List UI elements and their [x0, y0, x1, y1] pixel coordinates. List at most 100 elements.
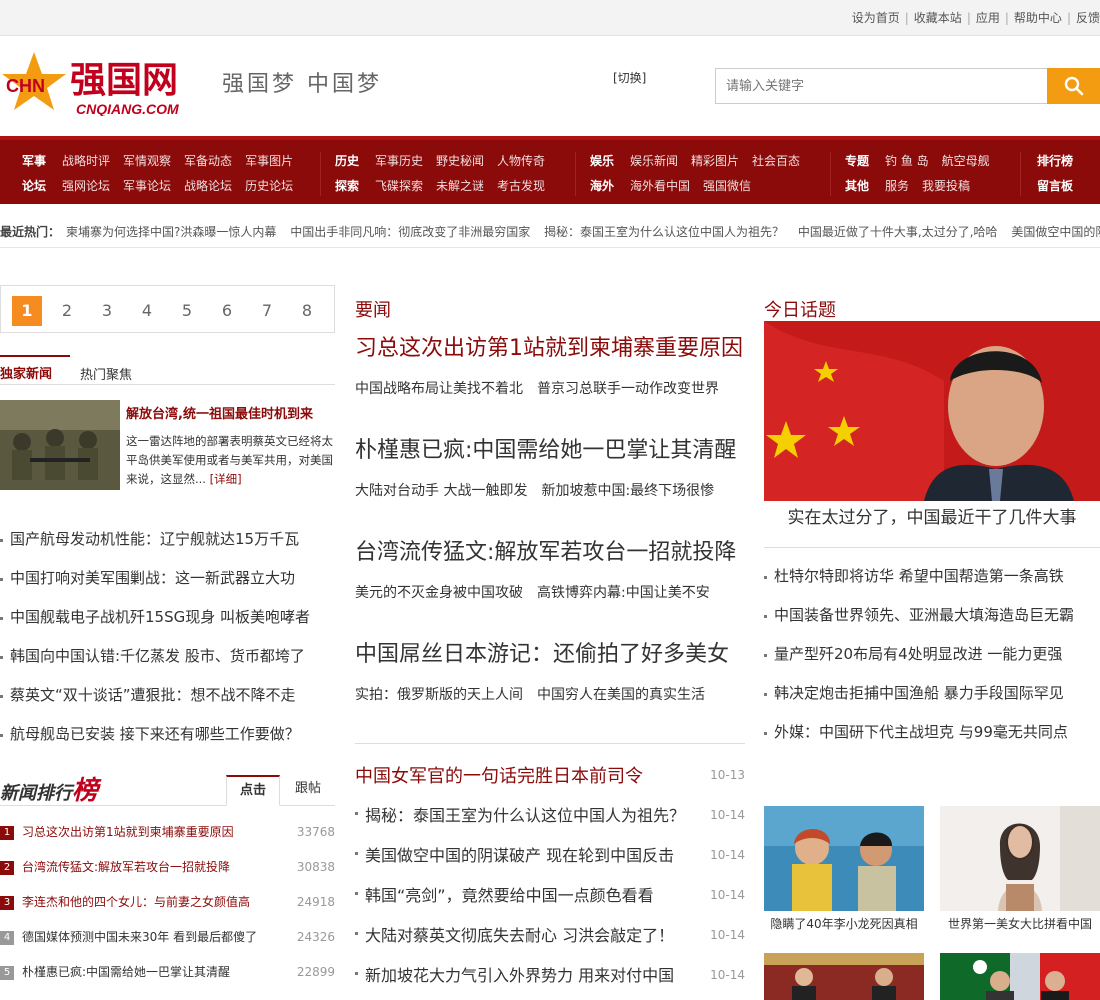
list-item[interactable]: 揭秘：泰国王室为什么认这位中国人为祖先？ 10-14: [355, 800, 745, 840]
nav-cat-other[interactable]: 其他: [845, 179, 869, 193]
list-item[interactable]: 航母舰岛已安装 接下来还有哪些工作要做？: [0, 715, 335, 754]
nav-item[interactable]: 军事论坛: [123, 179, 171, 193]
list-item-title[interactable]: 韩国“亮剑”，竟然要给中国一点颜色看看: [365, 882, 654, 906]
page-button-6[interactable]: 6: [212, 296, 242, 326]
list-item-title[interactable]: 大陆对蔡英文彻底失去耐心 习洪会敲定了！: [365, 922, 674, 946]
search-input[interactable]: [715, 68, 1047, 104]
nav-item[interactable]: 未解之谜: [436, 179, 484, 193]
list-item[interactable]: 中国打响对美军围剿战：这一新武器立大功: [0, 559, 335, 598]
table-row[interactable]: 5 朴槿惠已疯:中国需给她一巴掌让其清醒 22899: [0, 958, 335, 993]
page-button-2[interactable]: 2: [52, 296, 82, 326]
list-item[interactable]: 美国做空中国的阴谋破产 现在轮到中国反击 10-14: [355, 840, 745, 880]
nav-cat-military[interactable]: 军事: [22, 154, 46, 168]
nav-item[interactable]: 强国微信: [703, 179, 751, 193]
list-item[interactable]: 韩国“亮剑”，竟然要给中国一点颜色看看 10-14: [355, 880, 745, 920]
nav-item[interactable]: 历史论坛: [245, 179, 293, 193]
nav-item[interactable]: 军事图片: [245, 154, 293, 168]
list-item-title[interactable]: 揭秘：泰国王室为什么认这位中国人为祖先？: [365, 802, 685, 826]
nav-item[interactable]: 强网论坛: [62, 179, 110, 193]
nav-item[interactable]: 军事历史: [375, 154, 423, 168]
list-item[interactable]: 外媒：中国研下代主战坦克 与99毫无共同点: [764, 713, 1100, 752]
sub-link[interactable]: 中国穷人在美国的真实生活: [537, 687, 705, 703]
nav-item[interactable]: 战略时评: [62, 154, 110, 168]
rank-title[interactable]: 台湾流传猛文:解放军若攻台一招就投降: [22, 858, 230, 875]
headline[interactable]: 中国屌丝日本游记：还偷拍了好多美女: [355, 636, 745, 668]
help-center-link[interactable]: 帮助中心: [1014, 11, 1062, 25]
nav-cat-entertainment[interactable]: 娱乐: [590, 154, 614, 168]
list-item[interactable]: 韩国向中国认错:千亿蒸发 股市、货币都垮了: [0, 637, 335, 676]
page-button-8[interactable]: 8: [292, 296, 322, 326]
hot-item[interactable]: 柬埔寨为何选择中国?洪森曝一惊人内幕: [66, 225, 276, 239]
table-row[interactable]: 1 习总这次出访第1站就到柬埔寨重要原因 33768: [0, 818, 335, 853]
page-button-4[interactable]: 4: [132, 296, 162, 326]
nav-rankings-link[interactable]: 排行榜: [1037, 154, 1073, 168]
list-item[interactable]: 大陆对蔡英文彻底失去耐心 习洪会敲定了！ 10-14: [355, 920, 745, 960]
photo-thumb[interactable]: [764, 953, 924, 1000]
list-item[interactable]: 中国舰载电子战机歼15SG现身 叫板美咆哮者: [0, 598, 335, 637]
list-item-title[interactable]: 新加坡花大力气引入外界势力 用来对付中国: [365, 962, 674, 986]
page-button-3[interactable]: 3: [92, 296, 122, 326]
today-topic-caption[interactable]: 实在太过分了，中国最近干了几件大事: [764, 503, 1100, 528]
headline[interactable]: 习总这次出访第1站就到柬埔寨重要原因: [355, 330, 745, 362]
table-row[interactable]: 4 德国媒体预测中国未来30年 看到最后都傻了 24326: [0, 923, 335, 958]
list-item-title[interactable]: 中国女军官的一句话完胜日本前司令: [355, 762, 643, 788]
sub-link[interactable]: 新加坡惹中国:最终下场很惨: [541, 483, 714, 499]
photo-thumb[interactable]: [940, 953, 1100, 1000]
headline[interactable]: 朴槿惠已疯:中国需给她一巴掌让其清醒: [355, 432, 745, 464]
photo-thumb[interactable]: [764, 806, 924, 911]
nav-item[interactable]: 钓 鱼 岛: [885, 154, 929, 168]
sub-link[interactable]: 高铁博弈内幕:中国让美不安: [537, 585, 710, 601]
nav-cat-history[interactable]: 历史: [335, 154, 359, 168]
nav-item[interactable]: 飞碟探索: [375, 179, 423, 193]
photo-caption[interactable]: 世界第一美女大比拼看中国: [940, 915, 1100, 932]
rank-title[interactable]: 习总这次出访第1站就到柬埔寨重要原因: [22, 823, 234, 840]
page-button-7[interactable]: 7: [252, 296, 282, 326]
nav-item[interactable]: 战略论坛: [184, 179, 232, 193]
search-button[interactable]: [1047, 68, 1100, 104]
sub-link[interactable]: 美元的不灭金身被中国攻破: [355, 585, 523, 601]
nav-cat-explore[interactable]: 探索: [335, 179, 359, 193]
nav-item[interactable]: 考古发现: [497, 179, 545, 193]
nav-cat-forum[interactable]: 论坛: [22, 179, 46, 193]
switch-link[interactable]: [切换]: [613, 69, 646, 86]
hot-item[interactable]: 中国最近做了十件大事,太过分了,哈哈: [798, 225, 998, 239]
list-item[interactable]: 量产型歼20布局有4处明显改进 一能力更强: [764, 635, 1100, 674]
headline[interactable]: 台湾流传猛文:解放军若攻台一招就投降: [355, 534, 745, 566]
photo-thumb[interactable]: [940, 806, 1100, 911]
sub-link[interactable]: 实拍：俄罗斯版的天上人间: [355, 687, 523, 703]
nav-item[interactable]: 精彩图片: [691, 154, 739, 168]
list-item[interactable]: 中国女军官的一句话完胜日本前司令 10-13: [355, 760, 745, 800]
feedback-link[interactable]: 反馈: [1076, 11, 1100, 25]
hot-item[interactable]: 揭秘：泰国王室为什么认这位中国人为祖先？: [544, 225, 784, 239]
featured-more-link[interactable]: [详细]: [210, 472, 242, 486]
apps-link[interactable]: 应用: [976, 11, 1000, 25]
list-item[interactable]: 国产航母发动机性能：辽宁舰就达15万千瓦: [0, 520, 335, 559]
nav-item[interactable]: 社会百态: [752, 154, 800, 168]
today-topic-image[interactable]: [764, 321, 1100, 501]
list-item[interactable]: 新加坡花大力气引入外界势力 用来对付中国 10-14: [355, 960, 745, 1000]
sub-link[interactable]: 中国战略布局让美找不着北: [355, 381, 523, 397]
hot-item[interactable]: 美国做空中国的阴: [1011, 225, 1100, 239]
tab-replies[interactable]: 跟帖: [281, 775, 335, 806]
nav-item[interactable]: 娱乐新闻: [630, 154, 678, 168]
nav-item[interactable]: 我要投稿: [922, 179, 970, 193]
sub-link[interactable]: 普京习总联手一动作改变世界: [537, 381, 719, 397]
nav-item[interactable]: 服务: [885, 179, 909, 193]
nav-item[interactable]: 野史秘闻: [436, 154, 484, 168]
list-item-title[interactable]: 美国做空中国的阴谋破产 现在轮到中国反击: [365, 842, 674, 866]
page-button-1[interactable]: 1: [12, 296, 42, 326]
list-item[interactable]: 杜特尔特即将访华 希望中国帮造第一条高铁: [764, 557, 1100, 596]
nav-item[interactable]: 航空母舰: [942, 154, 990, 168]
nav-cat-overseas[interactable]: 海外: [590, 179, 614, 193]
nav-item[interactable]: 军情观察: [123, 154, 171, 168]
photo-caption[interactable]: 隐瞒了40年李小龙死因真相: [764, 915, 924, 932]
hot-item[interactable]: 中国出手非同凡响：彻底改变了非洲最穷国家: [290, 225, 530, 239]
list-item[interactable]: 中国装备世界领先、亚洲最大填海造岛巨无霸: [764, 596, 1100, 635]
set-homepage-link[interactable]: 设为首页: [852, 11, 900, 25]
rank-title[interactable]: 朴槿惠已疯:中国需给她一巴掌让其清醒: [22, 963, 230, 980]
tab-exclusive-news[interactable]: 独家新闻: [0, 355, 70, 382]
nav-item[interactable]: 人物传奇: [497, 154, 545, 168]
rank-title[interactable]: 李连杰和他的四个女儿：与前妻之女颜值高: [22, 893, 250, 910]
list-item[interactable]: 韩决定炮击拒捕中国渔船 暴力手段国际罕见: [764, 674, 1100, 713]
nav-item[interactable]: 海外看中国: [630, 179, 690, 193]
